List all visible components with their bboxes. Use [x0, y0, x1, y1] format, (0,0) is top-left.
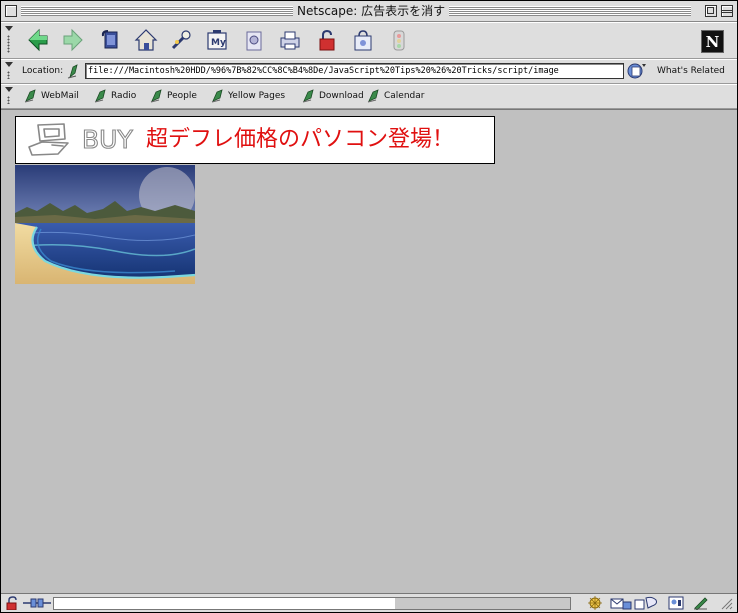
- page-content: BUY 超デフレ価格のパソコン登場！: [1, 109, 737, 593]
- status-progress-bar: [53, 597, 571, 610]
- beach-landscape-image: [15, 165, 195, 284]
- location-label: Location:: [22, 66, 64, 76]
- bookmark-label: Calendar: [384, 91, 425, 101]
- images-icon: [246, 31, 262, 51]
- connection-plug-icon: [23, 598, 51, 608]
- window-title: Netscape: 広告表示を消す: [293, 4, 450, 18]
- stop-icon: [393, 30, 405, 51]
- images-button[interactable]: [242, 28, 266, 52]
- page-proxy-icon[interactable]: [67, 63, 81, 79]
- shop-button[interactable]: [351, 28, 375, 52]
- whats-related-icon[interactable]: [627, 62, 647, 80]
- reload-button[interactable]: [98, 28, 122, 52]
- bookmark-label: Radio: [111, 91, 137, 101]
- toolbar-collapse-grip[interactable]: [4, 60, 13, 82]
- bookmark-label: Yellow Pages: [228, 91, 286, 101]
- bookmark-icon: [24, 89, 36, 103]
- banner-pc-sketch-icon: BUY: [28, 123, 134, 156]
- close-box[interactable]: [5, 5, 17, 17]
- bookmark-label: Download: [319, 91, 364, 101]
- mail-component-icon[interactable]: [610, 596, 632, 610]
- address-book-icon[interactable]: [668, 596, 684, 610]
- toolbar-collapse-grip[interactable]: [4, 85, 13, 107]
- banner-buy-label: BUY: [82, 125, 133, 154]
- my-netscape-button[interactable]: My: [205, 28, 229, 52]
- netscape-logo[interactable]: N: [701, 30, 724, 53]
- security-lock-icon: [319, 29, 335, 51]
- print-button[interactable]: [278, 28, 302, 52]
- search-button[interactable]: [169, 28, 193, 52]
- home-icon: [134, 29, 158, 51]
- resize-grip-icon[interactable]: [719, 596, 733, 610]
- banner-headline: 超デフレ価格のパソコン登場！: [146, 127, 455, 152]
- back-button[interactable]: [26, 28, 50, 52]
- stop-button[interactable]: [387, 28, 411, 52]
- title-bar[interactable]: Netscape: 広告表示を消す: [1, 1, 737, 22]
- whats-related-label[interactable]: What's Related: [657, 66, 725, 76]
- navigator-component-icon[interactable]: [587, 596, 603, 610]
- bookmark-download[interactable]: Download: [302, 89, 364, 103]
- security-padlock-icon[interactable]: [5, 596, 21, 610]
- toolbar-collapse-grip[interactable]: [4, 24, 13, 56]
- bookmark-webmail[interactable]: WebMail: [24, 89, 79, 103]
- personal-toolbar: WebMail Radio People Yellow Pages Downlo…: [1, 84, 737, 109]
- back-arrow-icon: [28, 28, 48, 52]
- location-toolbar: Location: What's Related: [1, 59, 737, 84]
- forward-arrow-icon: [63, 28, 83, 52]
- bookmark-icon: [367, 89, 379, 103]
- print-icon: [280, 31, 300, 50]
- bookmark-label: WebMail: [41, 91, 79, 101]
- svg-text:My: My: [211, 38, 226, 48]
- composer-pen-icon[interactable]: [693, 596, 709, 610]
- forward-button[interactable]: [61, 28, 85, 52]
- bookmark-label: People: [167, 91, 197, 101]
- bookmark-people[interactable]: People: [150, 89, 197, 103]
- window-shade-box[interactable]: [721, 5, 733, 17]
- composer-component-icon[interactable]: [634, 596, 660, 610]
- bookmark-radio[interactable]: Radio: [94, 89, 136, 103]
- my-netscape-icon: My: [207, 30, 227, 50]
- bookmark-icon: [94, 89, 106, 103]
- shop-icon: [354, 30, 372, 51]
- location-url-input[interactable]: [85, 63, 624, 79]
- bookmark-calendar[interactable]: Calendar: [367, 89, 424, 103]
- browser-window: Netscape: 広告表示を消す My N Location: file://…: [0, 0, 738, 613]
- bookmark-icon: [211, 89, 223, 103]
- status-bar: [1, 593, 737, 612]
- security-button[interactable]: [315, 28, 339, 52]
- bookmark-yellow-pages[interactable]: Yellow Pages: [211, 89, 285, 103]
- ad-banner[interactable]: BUY 超デフレ価格のパソコン登場！: [15, 116, 495, 164]
- home-button[interactable]: [134, 28, 158, 52]
- reload-icon: [101, 30, 118, 49]
- bookmark-icon: [150, 89, 162, 103]
- search-icon: [171, 30, 191, 50]
- bookmark-icon: [302, 89, 314, 103]
- zoom-box[interactable]: [705, 5, 717, 17]
- navigation-toolbar: My N: [1, 22, 737, 59]
